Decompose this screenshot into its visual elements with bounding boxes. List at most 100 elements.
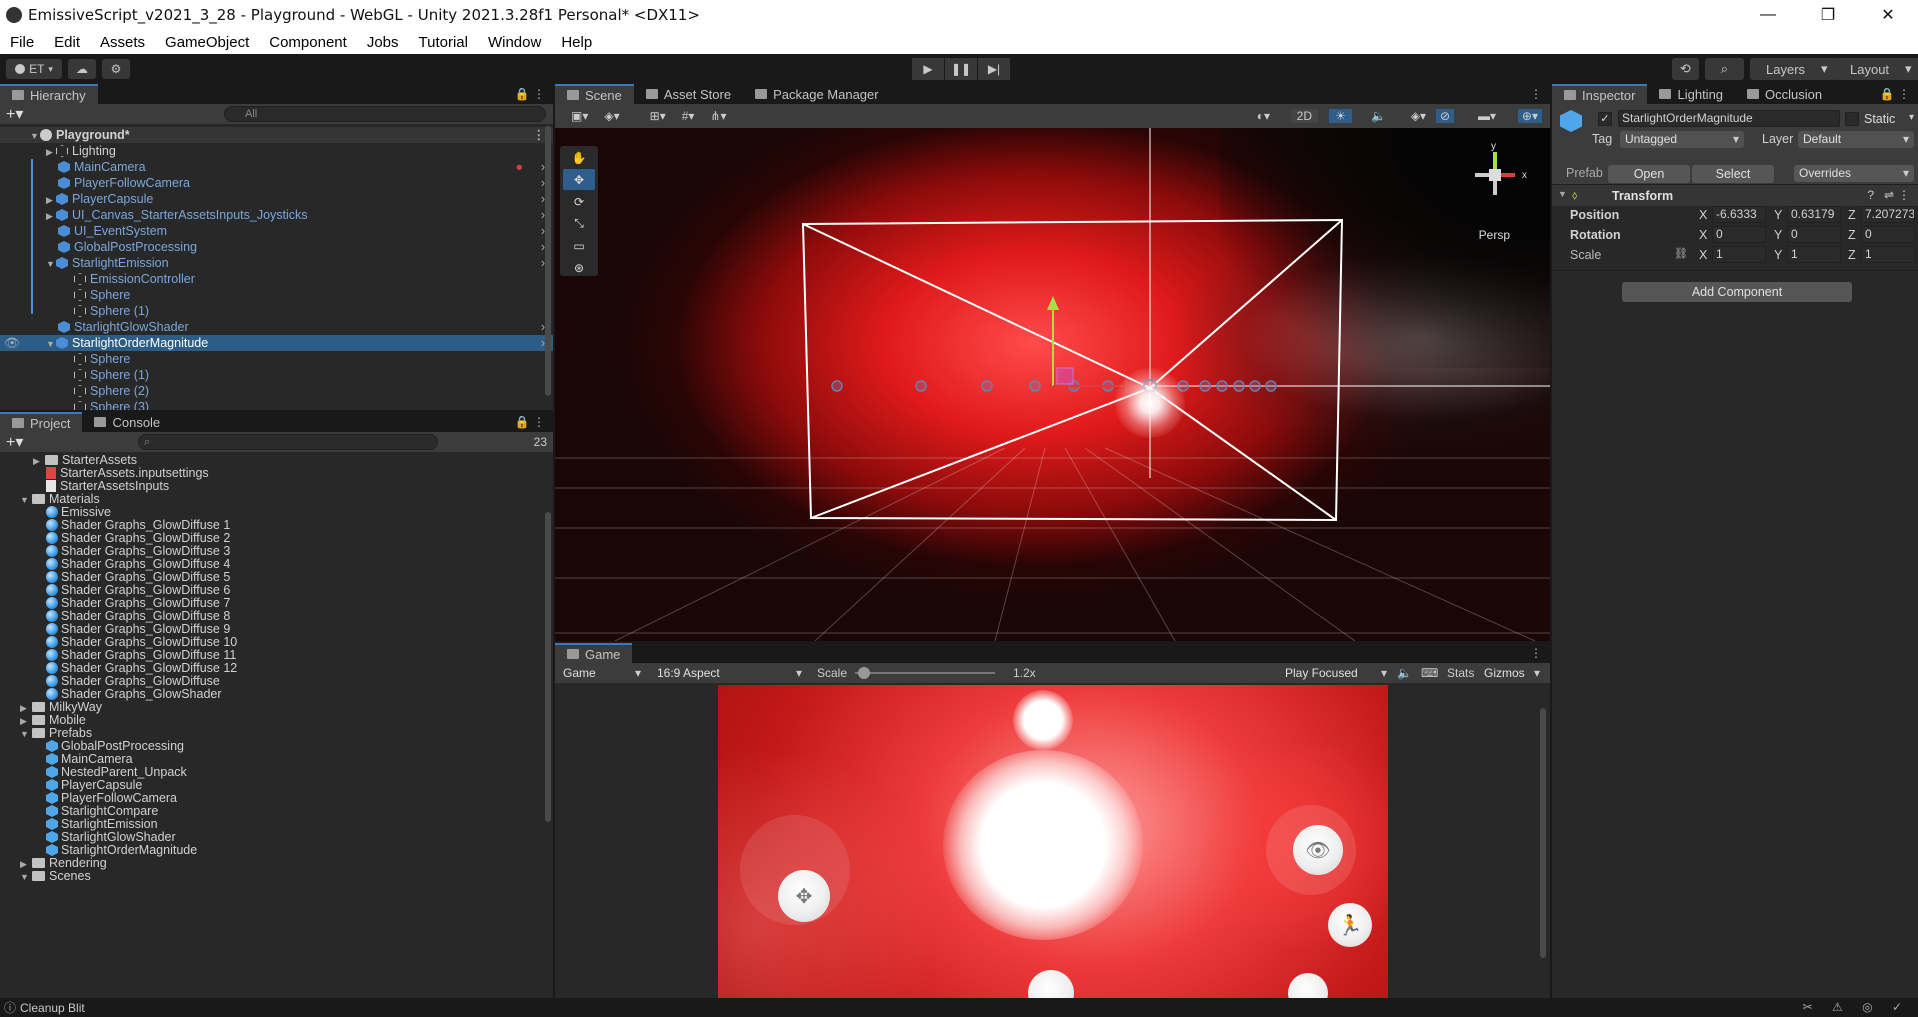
tree-item[interactable]: PlayerFollowCamera ›: [0, 175, 553, 191]
lighting-toggle-icon[interactable]: ☀: [1329, 109, 1352, 123]
gizmos-dropdown[interactable]: Gizmos: [1479, 665, 1545, 682]
menu-edit[interactable]: Edit: [44, 34, 90, 51]
menu-assets[interactable]: Assets: [90, 34, 155, 51]
rotate-tool-icon[interactable]: ⟳: [563, 191, 595, 212]
effects-dropdown[interactable]: ◈▾: [1411, 109, 1426, 123]
scene-viewport[interactable]: ✋ ✥ ⟳ ⤡ ▭ ⊛ y x Persp: [555, 128, 1550, 641]
tree-item[interactable]: Sphere (2): [0, 383, 553, 399]
undo-history-button[interactable]: ⟲: [1671, 58, 1699, 80]
layout-dropdown[interactable]: Layout ▾: [1834, 58, 1918, 80]
play-mode-dropdown[interactable]: Play Focused: [1280, 665, 1392, 682]
display-dropdown[interactable]: Game: [558, 665, 646, 682]
tree-item[interactable]: StarlightGlowShader ›: [0, 319, 553, 335]
tree-item[interactable]: ▶ Lighting: [0, 143, 553, 159]
pause-button[interactable]: ❚❚: [945, 58, 977, 80]
help-icon[interactable]: ?: [1867, 188, 1874, 202]
transform-tool-icon[interactable]: ⊛: [563, 257, 595, 278]
tab-inspector[interactable]: Inspector: [1552, 84, 1648, 104]
expand-arrow-icon[interactable]: ▼: [20, 871, 32, 884]
expand-arrow-icon[interactable]: ▼: [1558, 189, 1567, 199]
static-checkbox[interactable]: [1845, 112, 1859, 126]
menu-help[interactable]: Help: [551, 34, 602, 51]
gizmos-dropdown[interactable]: ⊕▾: [1517, 109, 1542, 123]
expand-arrow-icon[interactable]: ▶: [33, 455, 45, 468]
visibility-icon[interactable]: 👁: [4, 335, 20, 351]
menu-component[interactable]: Component: [259, 34, 357, 51]
tag-dropdown[interactable]: Untagged: [1620, 131, 1744, 148]
active-checkbox[interactable]: ✓: [1598, 112, 1612, 126]
jump-button[interactable]: [1288, 973, 1328, 998]
tab-occlusion[interactable]: Occlusion: [1735, 84, 1834, 104]
search-button[interactable]: ⌕: [1704, 58, 1744, 80]
tree-item[interactable]: Sphere (3): [0, 399, 553, 410]
menu-file[interactable]: File: [0, 34, 44, 51]
tree-item[interactable]: Sphere (1): [0, 367, 553, 383]
step-button[interactable]: ▶|: [978, 58, 1010, 80]
game-viewport[interactable]: ✥ 👁 🏃: [718, 685, 1388, 998]
object-name-field[interactable]: StarlightOrderMagnitude: [1618, 110, 1840, 127]
tree-item[interactable]: UI_EventSystem ›: [0, 223, 553, 239]
project-item[interactable]: ▼ Scenes: [0, 870, 553, 883]
increment-snap-button[interactable]: ⋔▾: [710, 109, 726, 123]
tab-package-manager[interactable]: Package Manager: [743, 84, 891, 104]
hierarchy-search-input[interactable]: All: [224, 106, 546, 122]
menu-jobs[interactable]: Jobs: [357, 34, 409, 51]
component-menu-icon[interactable]: ⋮: [1898, 188, 1910, 202]
tree-item[interactable]: ▼ StarlightEmission ›: [0, 255, 553, 271]
preset-icon[interactable]: ⇌: [1884, 188, 1894, 202]
collab-button[interactable]: ⚙: [102, 59, 130, 79]
toggle-2d-button[interactable]: 2D: [1290, 109, 1318, 123]
move-joystick-button[interactable]: ✥: [778, 870, 830, 922]
hidden-objects-icon[interactable]: ⊘: [1435, 109, 1454, 123]
add-button[interactable]: +▾: [6, 104, 23, 124]
audio-toggle-icon[interactable]: 🔈: [1371, 109, 1386, 123]
scale-x-field[interactable]: 1: [1712, 246, 1766, 263]
rotation-z-field[interactable]: 0: [1861, 226, 1915, 243]
status-text[interactable]: Cleanup Blit: [20, 1001, 85, 1015]
hierarchy-menu-icon[interactable]: 🔒 ⋮: [515, 87, 545, 101]
look-joystick-button[interactable]: 👁: [1293, 825, 1343, 875]
close-button[interactable]: ✕: [1858, 0, 1918, 30]
tab-asset-store[interactable]: Asset Store: [634, 84, 743, 104]
prefab-open-button[interactable]: Open: [1608, 165, 1690, 183]
layer-dropdown[interactable]: Default: [1798, 131, 1914, 148]
rotation-x-field[interactable]: 0: [1712, 226, 1766, 243]
move-tool-icon[interactable]: ✥: [563, 169, 595, 190]
restore-button[interactable]: ❐: [1798, 0, 1858, 30]
sprint-button[interactable]: 🏃: [1328, 903, 1372, 947]
expand-arrow-icon[interactable]: ▼: [20, 494, 32, 507]
scene-menu-icon[interactable]: ⋮: [533, 127, 546, 143]
play-button[interactable]: ▶: [912, 58, 944, 80]
tree-item[interactable]: ▶ PlayerCapsule ›: [0, 191, 553, 207]
tab-game[interactable]: Game: [555, 643, 633, 663]
aspect-dropdown[interactable]: 16:9 Aspect: [652, 665, 807, 682]
scale-tool-icon[interactable]: ⤡: [563, 213, 595, 234]
render-mode-dropdown[interactable]: ◈▾: [604, 109, 619, 123]
transform-header[interactable]: ▼ ⬨ Transform ? ⇌ ⋮: [1552, 184, 1918, 206]
hierarchy-scrollbar[interactable]: [545, 126, 551, 396]
tab-scene[interactable]: Scene: [555, 84, 634, 104]
stats-button[interactable]: Stats: [1447, 666, 1474, 680]
chevron-down-icon[interactable]: ▾: [1909, 112, 1914, 123]
rect-tool-icon[interactable]: ▭: [563, 235, 595, 256]
grid-snap-button[interactable]: ⊞▾: [650, 109, 666, 123]
prefab-select-button[interactable]: Select: [1692, 165, 1774, 183]
inspector-menu-icon[interactable]: 🔒 ⋮: [1880, 87, 1910, 101]
add-component-button[interactable]: Add Component: [1622, 282, 1852, 302]
shading-dropdown[interactable]: ◐▾: [1257, 109, 1270, 123]
tab-project[interactable]: Project: [0, 412, 83, 432]
constrain-proportions-icon[interactable]: ⛓: [1674, 247, 1688, 260]
tree-item[interactable]: ▶ UI_Canvas_StarterAssetsInputs_Joysticks…: [0, 207, 553, 223]
position-z-field[interactable]: 7.207273: [1861, 206, 1915, 223]
expand-arrow-icon[interactable]: ▼: [30, 128, 40, 144]
tree-item-selected[interactable]: 👁 ▼ StarlightOrderMagnitude ›: [0, 335, 553, 351]
layers-dropdown[interactable]: Layers ▾: [1750, 58, 1836, 80]
scale-y-field[interactable]: 1: [1787, 246, 1841, 263]
mute-audio-icon[interactable]: 🔈: [1397, 666, 1412, 680]
scene-menu-icon[interactable]: ⋮: [1530, 87, 1542, 101]
hand-tool-icon[interactable]: ✋: [563, 147, 595, 168]
position-y-field[interactable]: 0.63179: [1787, 206, 1841, 223]
scale-slider[interactable]: [855, 667, 995, 679]
scene-row[interactable]: ▼ Playground* ⋮: [0, 127, 553, 143]
expand-arrow-icon[interactable]: ▼: [20, 728, 32, 741]
